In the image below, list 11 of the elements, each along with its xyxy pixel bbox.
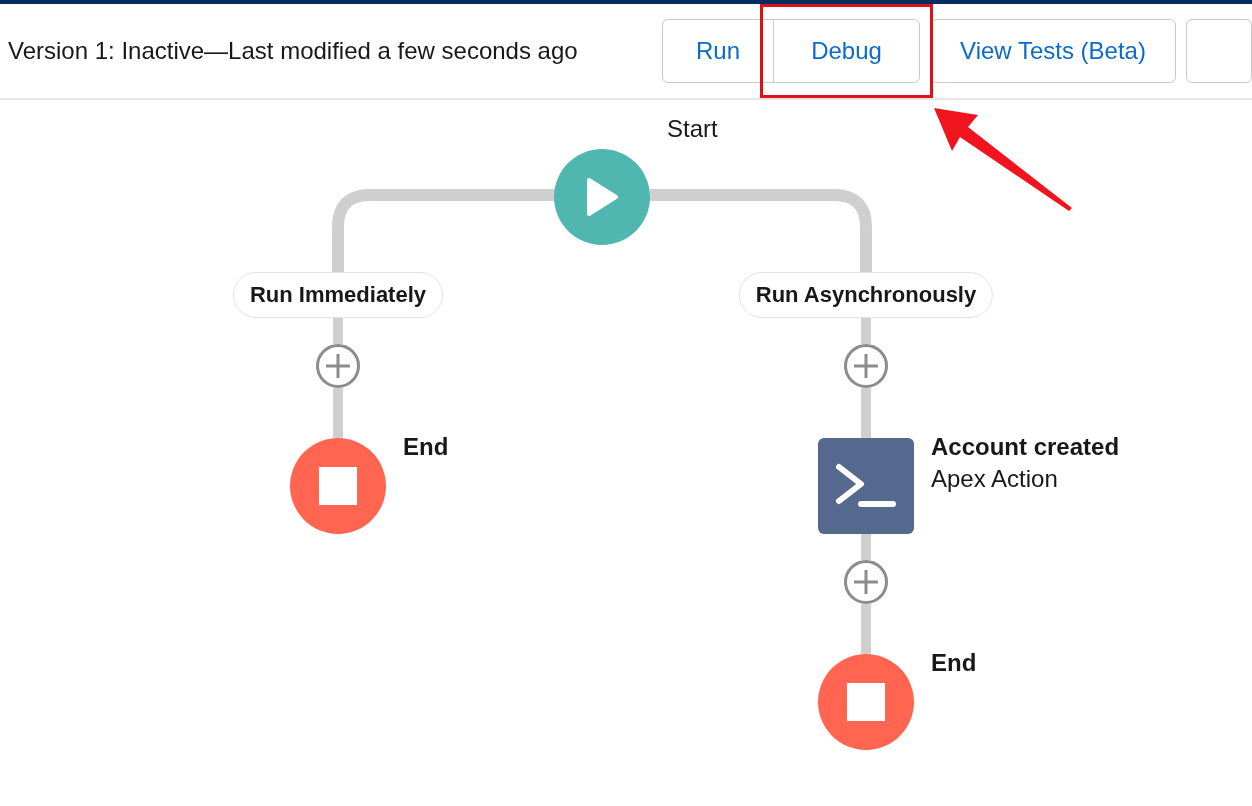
node-label: End [403,432,449,462]
toolbar-button[interactable]: Debug [773,19,920,83]
branch-label: Run Immediately [233,272,443,318]
node-title: Account created [931,432,1120,462]
node-label: End [931,648,977,678]
toolbar-button[interactable]: Run [662,19,774,83]
node-type: Apex Action [931,464,1058,494]
toolbar-button[interactable]: View Tests (Beta) [930,19,1176,83]
branch-label: Run Asynchronously [738,272,994,318]
version-status: Version 1: Inactive—Last modified a few seconds ago [8,37,579,65]
node-type: Start [667,114,718,144]
